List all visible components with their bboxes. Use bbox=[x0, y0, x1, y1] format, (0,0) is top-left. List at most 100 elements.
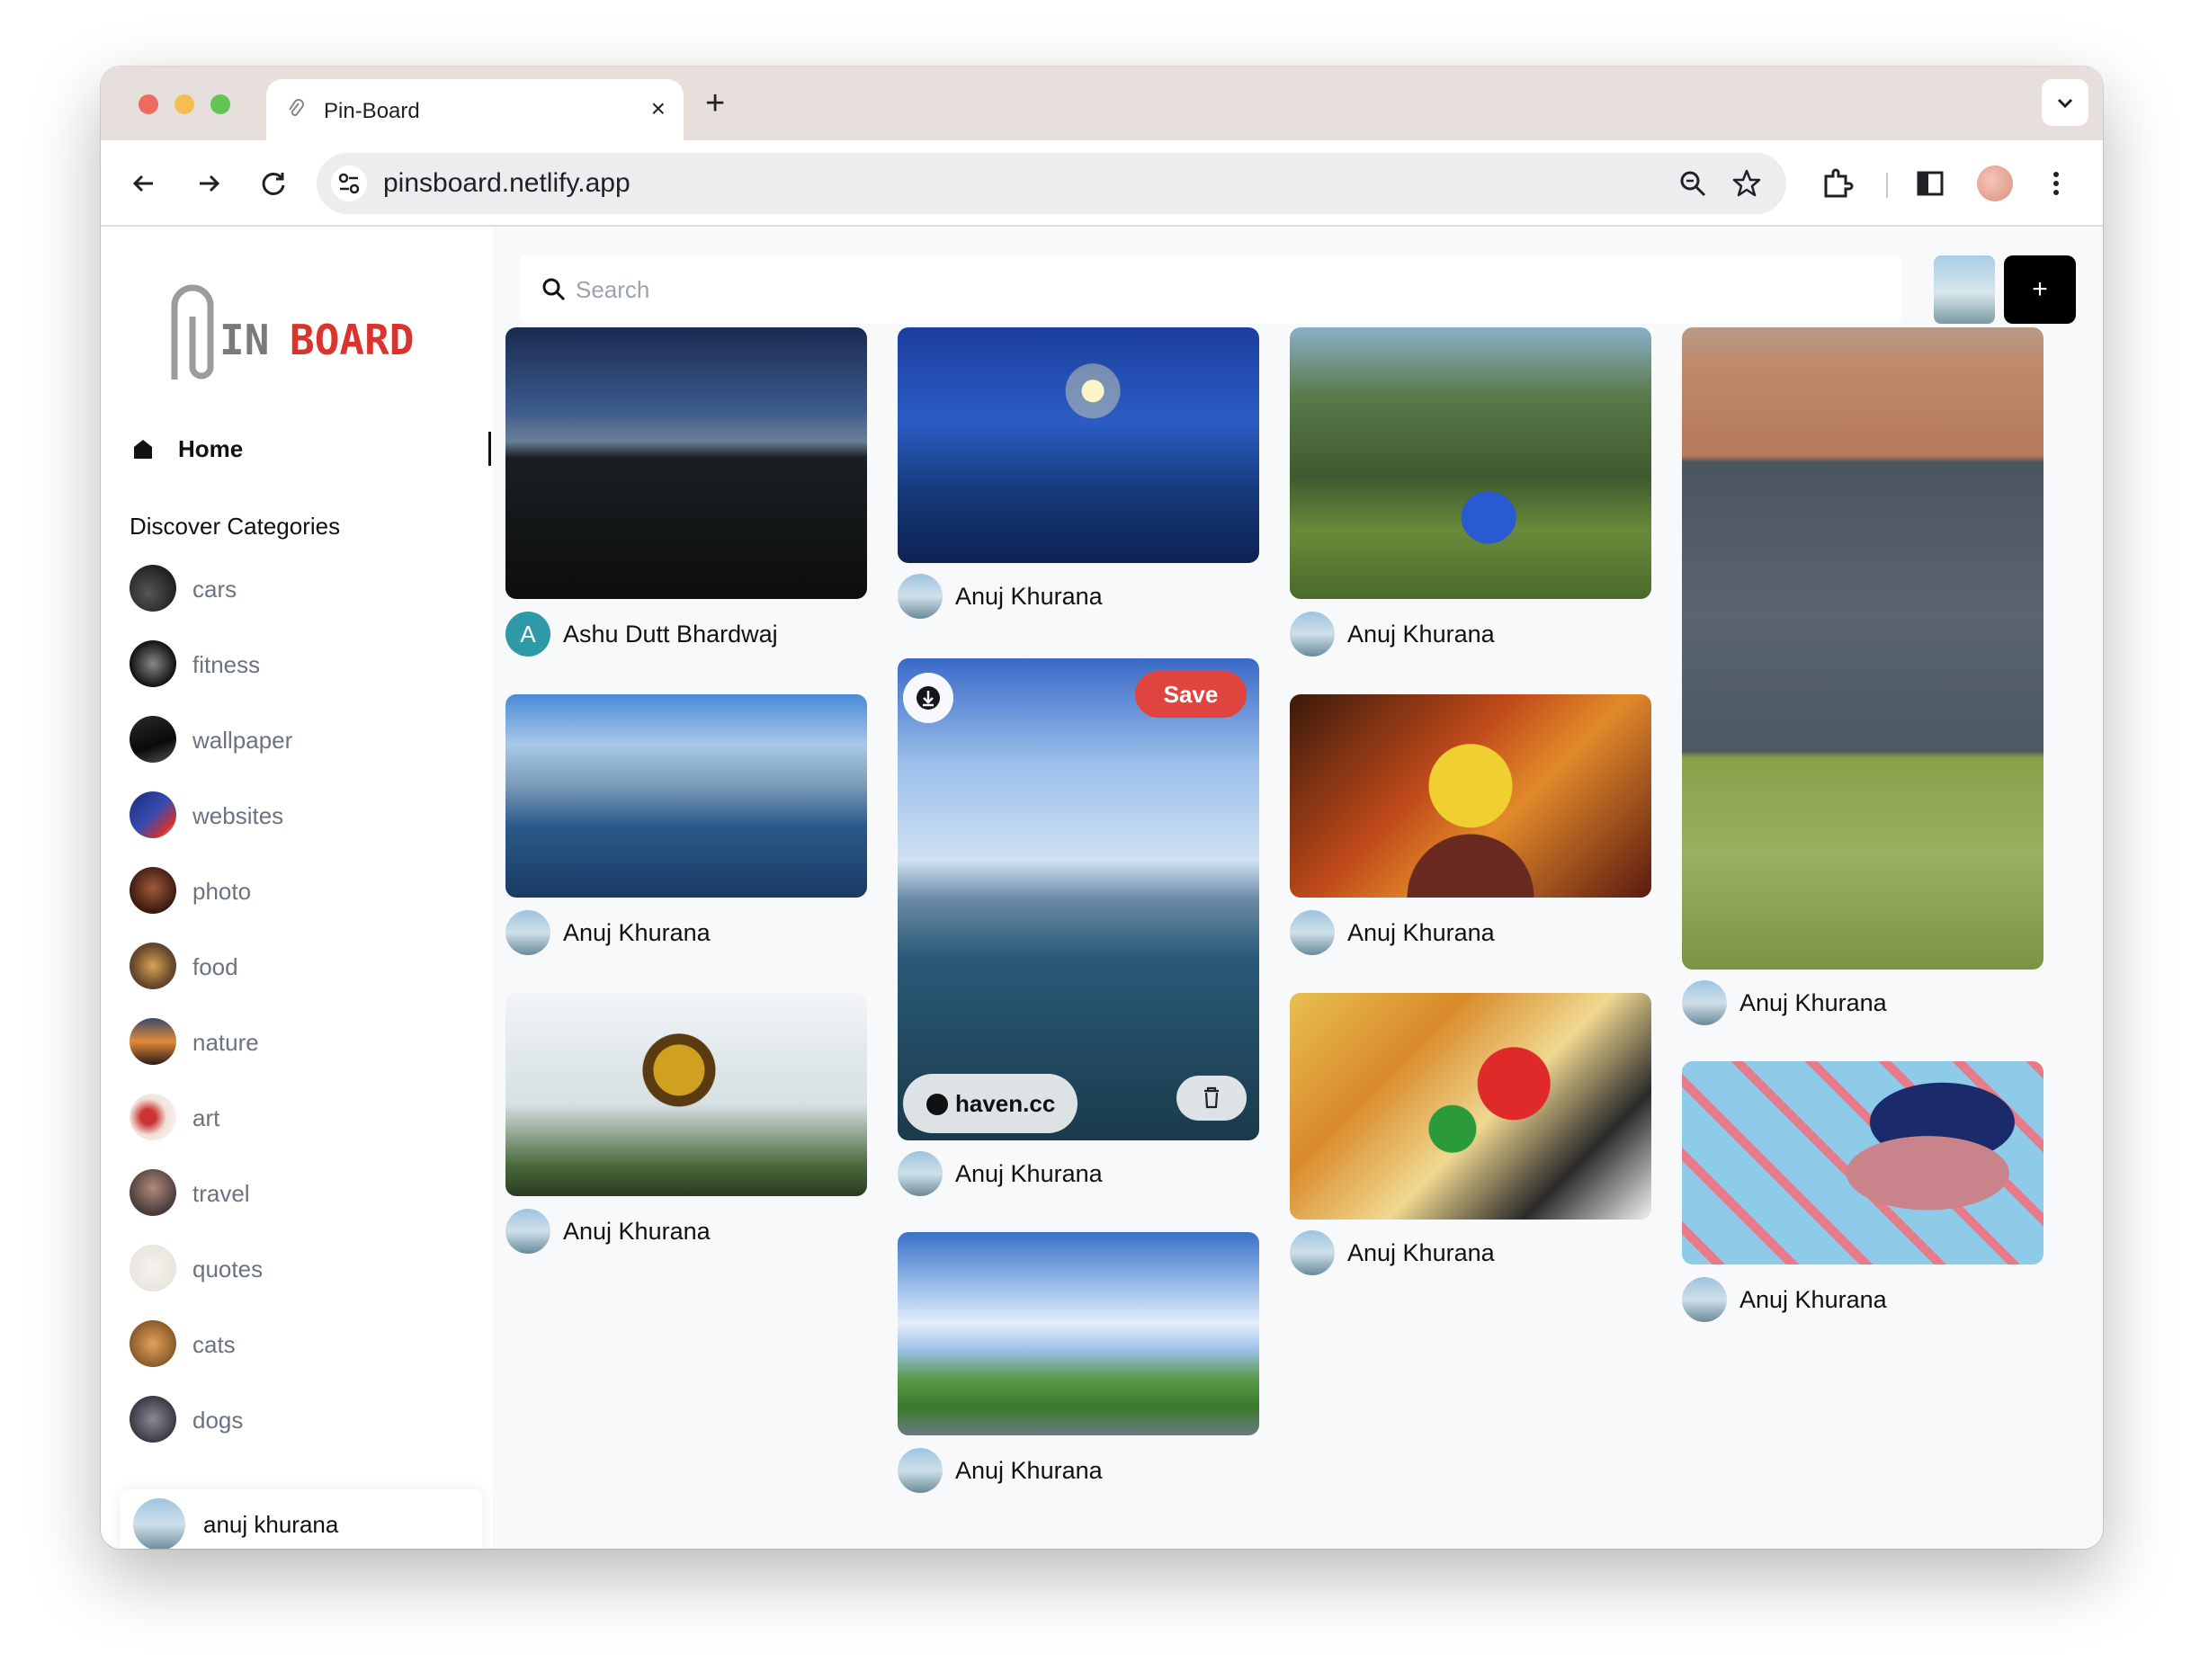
pin-author[interactable]: Anuj Khurana bbox=[505, 908, 867, 955]
pin-author[interactable]: Anuj Khurana bbox=[1682, 1275, 2043, 1322]
avatar bbox=[505, 910, 550, 955]
trash-icon bbox=[1204, 1086, 1219, 1109]
tab-close-icon[interactable]: × bbox=[651, 95, 666, 122]
category-cats[interactable]: cats bbox=[130, 1320, 453, 1367]
maximize-window-button[interactable] bbox=[210, 94, 230, 114]
pin-image[interactable] bbox=[1682, 327, 2043, 970]
pin-image[interactable] bbox=[898, 1232, 1259, 1435]
category-travel[interactable]: travel bbox=[130, 1169, 453, 1216]
category-cars[interactable]: cars bbox=[130, 565, 453, 612]
pin-author[interactable]: Anuj Khurana bbox=[1290, 610, 1651, 657]
pin-author[interactable]: Anuj Khurana bbox=[505, 1207, 867, 1254]
category-label: quotes bbox=[192, 1256, 264, 1282]
nav-home[interactable]: Home bbox=[131, 432, 493, 468]
user-name: anuj khurana bbox=[203, 1511, 339, 1538]
category-photo[interactable]: photo bbox=[130, 867, 453, 914]
forward-arrow-icon[interactable] bbox=[191, 165, 227, 201]
pin-image[interactable] bbox=[505, 694, 867, 898]
browser-toolbar: pinsboard.netlify.app bbox=[101, 140, 2103, 227]
pin-card[interactable]: Anuj Khurana bbox=[1290, 993, 1651, 1275]
avatar bbox=[1290, 1230, 1335, 1275]
category-fitness[interactable]: fitness bbox=[130, 640, 453, 687]
pin-card[interactable]: Anuj Khurana bbox=[1290, 694, 1651, 955]
bookmark-star-icon[interactable] bbox=[1730, 167, 1763, 200]
author-name: Anuj Khurana bbox=[1347, 621, 1495, 648]
author-name: Anuj Khurana bbox=[563, 919, 711, 946]
author-name: Anuj Khurana bbox=[955, 1160, 1103, 1187]
pin-card[interactable]: Anuj Khurana bbox=[1290, 327, 1651, 657]
category-thumbnail bbox=[130, 640, 176, 687]
category-art[interactable]: art bbox=[130, 1094, 453, 1140]
page-content: IN BOARD Home Discover Categories cars f… bbox=[101, 227, 2103, 1549]
pin-image[interactable] bbox=[1290, 993, 1651, 1220]
pin-card[interactable]: Anuj Khurana bbox=[1682, 1061, 2043, 1322]
category-quotes[interactable]: quotes bbox=[130, 1245, 453, 1291]
category-websites[interactable]: websites bbox=[130, 791, 453, 838]
pin-image[interactable] bbox=[505, 993, 867, 1196]
pin-author[interactable]: Anuj Khurana bbox=[898, 1446, 1259, 1493]
pin-image[interactable]: Save haven.cc bbox=[898, 658, 1259, 1140]
delete-button[interactable] bbox=[1176, 1076, 1247, 1121]
category-food[interactable]: food bbox=[130, 943, 453, 989]
save-button[interactable]: Save bbox=[1135, 671, 1247, 718]
close-window-button[interactable] bbox=[139, 94, 158, 114]
extensions-icon[interactable] bbox=[1819, 165, 1855, 201]
tab-search-button[interactable] bbox=[2042, 79, 2088, 126]
pin-author[interactable]: Anuj Khurana bbox=[1290, 1229, 1651, 1275]
category-wallpaper[interactable]: wallpaper bbox=[130, 716, 453, 763]
author-name: Anuj Khurana bbox=[1347, 1239, 1495, 1266]
pin-card[interactable]: Anuj Khurana bbox=[505, 993, 867, 1254]
reload-icon[interactable] bbox=[255, 165, 291, 201]
category-thumbnail bbox=[130, 1169, 176, 1216]
download-button[interactable] bbox=[903, 673, 953, 723]
pin-image[interactable] bbox=[898, 327, 1259, 563]
back-arrow-icon[interactable] bbox=[126, 165, 162, 201]
zoom-icon[interactable] bbox=[1677, 167, 1709, 200]
site-settings-icon[interactable] bbox=[331, 165, 367, 201]
user-profile-link[interactable]: anuj khurana bbox=[121, 1489, 482, 1549]
avatar bbox=[898, 1448, 943, 1493]
category-dogs[interactable]: dogs bbox=[130, 1396, 453, 1443]
category-thumbnail bbox=[130, 867, 176, 914]
more-menu-icon[interactable] bbox=[2038, 165, 2074, 201]
home-icon bbox=[131, 437, 155, 460]
pinboard-logo[interactable]: IN BOARD bbox=[155, 281, 443, 389]
new-tab-button[interactable]: + bbox=[705, 86, 725, 121]
author-name: Ashu Dutt Bhardwaj bbox=[563, 621, 778, 648]
pin-card[interactable]: A Ashu Dutt Bhardwaj bbox=[505, 327, 867, 657]
category-thumbnail bbox=[130, 716, 176, 763]
pin-image[interactable] bbox=[1682, 1061, 2043, 1264]
avatar bbox=[898, 574, 943, 619]
category-label: cars bbox=[192, 576, 237, 603]
source-link[interactable]: haven.cc bbox=[903, 1074, 1078, 1133]
profile-avatar[interactable] bbox=[1977, 165, 2013, 201]
minimize-window-button[interactable] bbox=[174, 94, 194, 114]
category-nature[interactable]: nature bbox=[130, 1018, 453, 1065]
profile-avatar[interactable] bbox=[1934, 255, 1995, 324]
pin-image[interactable] bbox=[1290, 694, 1651, 898]
pin-card[interactable]: Anuj Khurana bbox=[898, 327, 1259, 619]
category-thumbnail bbox=[130, 1320, 176, 1367]
pin-image[interactable] bbox=[505, 327, 867, 599]
sidebar: IN BOARD Home Discover Categories cars f… bbox=[101, 227, 493, 1549]
pin-author[interactable]: Anuj Khurana bbox=[898, 1149, 1259, 1196]
avatar bbox=[1290, 612, 1335, 657]
pin-image[interactable] bbox=[1290, 327, 1651, 599]
search-bar bbox=[520, 255, 1901, 324]
author-name: Anuj Khurana bbox=[955, 1457, 1103, 1484]
create-pin-button[interactable]: + bbox=[2004, 255, 2076, 324]
side-panel-icon[interactable] bbox=[1912, 165, 1948, 201]
pin-card[interactable]: Save haven.cc Anuj Khurana bbox=[898, 658, 1259, 1198]
pin-author[interactable]: Anuj Khurana bbox=[1290, 908, 1651, 955]
pin-card[interactable]: Anuj Khurana bbox=[505, 694, 867, 955]
pin-author[interactable]: A Ashu Dutt Bhardwaj bbox=[505, 610, 867, 657]
pin-card[interactable]: Anuj Khurana bbox=[1682, 327, 2043, 1025]
pin-author[interactable]: Anuj Khurana bbox=[1682, 979, 2043, 1025]
search-input[interactable] bbox=[576, 272, 1871, 308]
browser-tab[interactable]: Pin-Board × bbox=[266, 79, 684, 140]
address-bar[interactable]: pinsboard.netlify.app bbox=[317, 153, 1786, 214]
pin-card[interactable]: Anuj Khurana bbox=[898, 1232, 1259, 1493]
category-label: fitness bbox=[192, 651, 261, 678]
pin-author[interactable]: Anuj Khurana bbox=[898, 572, 1259, 619]
active-indicator bbox=[488, 432, 491, 466]
